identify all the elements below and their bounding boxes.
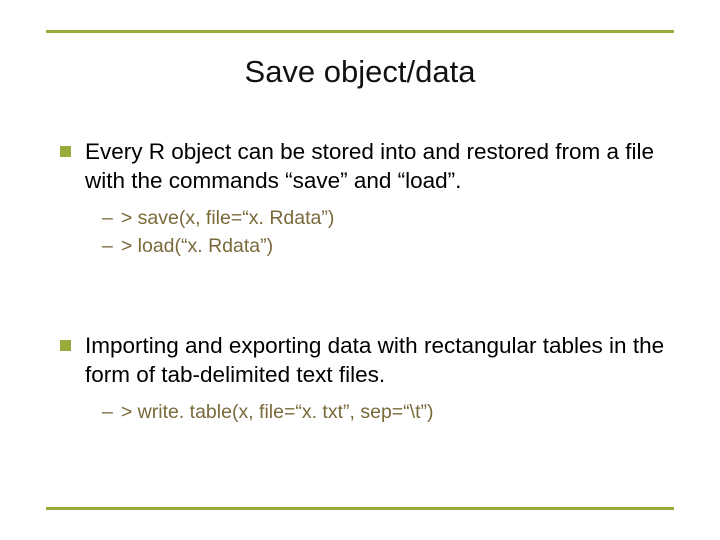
dash-bullet-icon: – [102, 398, 113, 426]
bullet-text: Every R object can be stored into and re… [85, 138, 670, 196]
sub-bullet-text: > load(“x. Rdata”) [121, 232, 273, 260]
sub-list: – > save(x, file=“x. Rdata”) – > load(“x… [102, 204, 670, 261]
slide: Save object/data Every R object can be s… [0, 0, 720, 540]
bullet-item: Importing and exporting data with rectan… [60, 332, 670, 390]
slide-body: Every R object can be stored into and re… [60, 138, 670, 434]
sub-bullet-item: – > write. table(x, file=“x. txt”, sep=“… [102, 398, 670, 426]
top-divider [46, 30, 674, 33]
square-bullet-icon [60, 146, 71, 157]
sub-bullet-text: > save(x, file=“x. Rdata”) [121, 204, 335, 232]
dash-bullet-icon: – [102, 204, 113, 232]
slide-title: Save object/data [0, 54, 720, 90]
bottom-divider [46, 507, 674, 510]
sub-bullet-text: > write. table(x, file=“x. txt”, sep=“\t… [121, 398, 434, 426]
sub-bullet-item: – > save(x, file=“x. Rdata”) [102, 204, 670, 232]
dash-bullet-icon: – [102, 232, 113, 260]
sub-list: – > write. table(x, file=“x. txt”, sep=“… [102, 398, 670, 426]
square-bullet-icon [60, 340, 71, 351]
spacer [60, 268, 670, 332]
bullet-item: Every R object can be stored into and re… [60, 138, 670, 196]
bullet-text: Importing and exporting data with rectan… [85, 332, 670, 390]
sub-bullet-item: – > load(“x. Rdata”) [102, 232, 670, 260]
